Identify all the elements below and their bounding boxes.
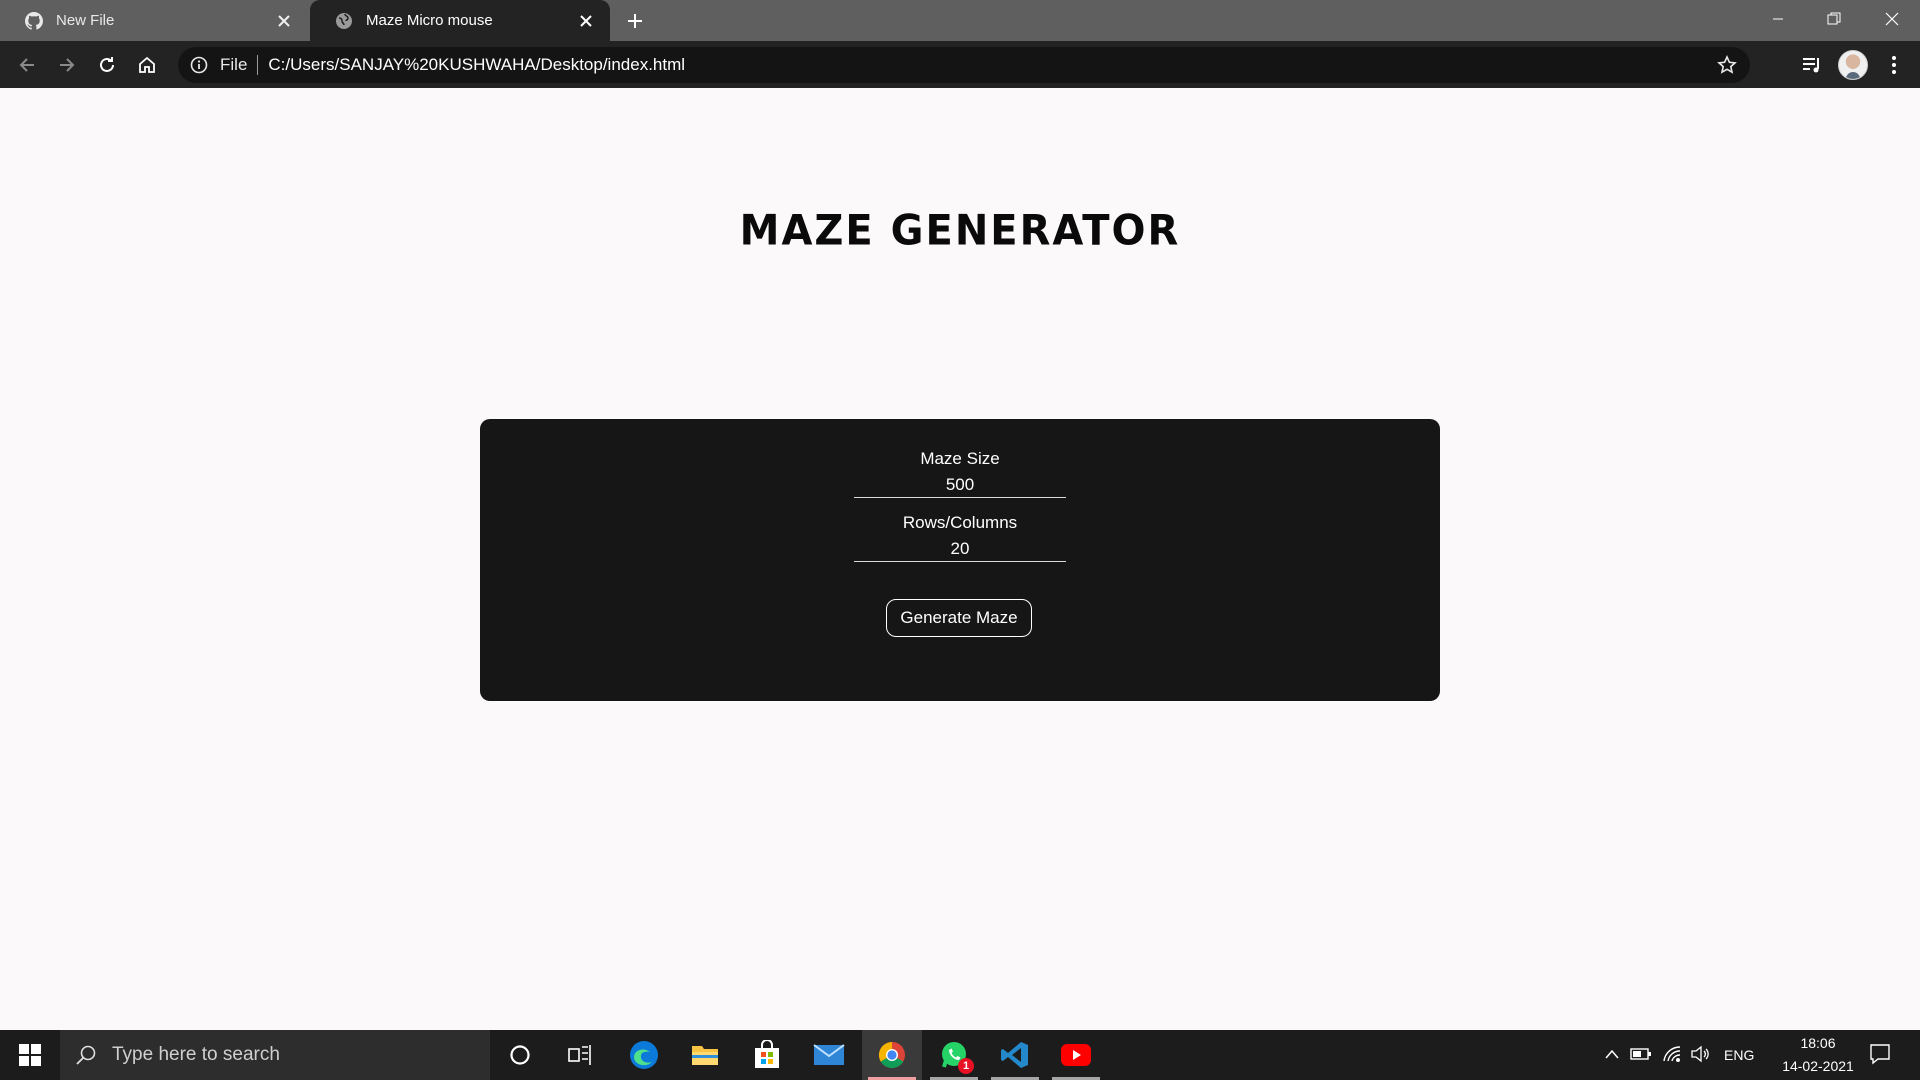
new-tab-button[interactable] <box>622 8 648 34</box>
tab-label: Maze Micro mouse <box>366 12 493 29</box>
restore-button[interactable] <box>1806 0 1862 38</box>
maze-settings-panel: Maze Size Rows/Columns Generate Maze <box>480 419 1440 701</box>
task-view-button[interactable] <box>550 1030 610 1080</box>
page-title: Maze Generator <box>739 206 1181 256</box>
windows-taskbar: Type here to search 1 ENG 18:06 14-02-20… <box>0 1030 1920 1080</box>
chrome-button[interactable] <box>862 1030 922 1080</box>
reload-button[interactable] <box>93 51 121 79</box>
tab-strip: New File Maze Micro mouse <box>0 0 1920 41</box>
profile-button[interactable] <box>1838 50 1868 80</box>
search-icon <box>74 1043 98 1067</box>
cortana-icon <box>510 1045 530 1065</box>
home-button[interactable] <box>133 51 161 79</box>
action-center-button[interactable] <box>1868 1042 1892 1066</box>
minimize-icon <box>1773 18 1783 20</box>
cortana-button[interactable] <box>490 1030 550 1080</box>
bookmark-star-icon[interactable] <box>1716 54 1738 76</box>
media-control-button[interactable] <box>1797 50 1827 80</box>
browser-toolbar: File C:/Users/SANJAY%20KUSHWAHA/Desktop/… <box>0 41 1920 88</box>
store-button[interactable] <box>737 1030 797 1080</box>
volume-button[interactable] <box>1688 1042 1712 1066</box>
avatar <box>1838 50 1868 80</box>
generate-maze-button[interactable]: Generate Maze <box>886 599 1032 637</box>
taskbar-search-placeholder: Type here to search <box>112 1044 280 1065</box>
whatsapp-button[interactable]: 1 <box>924 1030 984 1080</box>
close-icon <box>1885 12 1899 26</box>
tab-maze-micro-mouse[interactable]: Maze Micro mouse <box>310 0 610 41</box>
edge-button[interactable] <box>614 1030 674 1080</box>
youtube-icon <box>1061 1044 1091 1066</box>
windows-logo-icon <box>19 1044 41 1066</box>
maze-size-label: Maze Size <box>920 449 1000 468</box>
globe-icon <box>334 11 354 31</box>
edge-icon <box>630 1041 658 1069</box>
close-window-button[interactable] <box>1864 0 1920 38</box>
forward-button[interactable] <box>53 51 81 79</box>
home-icon <box>139 56 155 73</box>
show-hidden-icons-button[interactable] <box>1600 1042 1624 1066</box>
back-button[interactable] <box>13 51 41 79</box>
rows-columns-input[interactable] <box>854 537 1066 562</box>
vscode-button[interactable] <box>985 1030 1045 1080</box>
notification-badge: 1 <box>958 1058 974 1074</box>
task-view-icon <box>568 1045 591 1065</box>
restore-icon <box>1827 12 1841 25</box>
maze-size-input[interactable] <box>854 473 1066 498</box>
chevron-up-icon <box>1605 1049 1619 1059</box>
vscode-icon <box>1001 1042 1028 1068</box>
github-icon <box>24 11 44 31</box>
youtube-button[interactable] <box>1046 1030 1106 1080</box>
tab-label: New File <box>56 12 115 29</box>
file-explorer-icon <box>692 1046 718 1065</box>
address-scheme-label: File <box>220 55 248 74</box>
chrome-menu-button[interactable] <box>1879 50 1909 80</box>
kebab-menu-icon <box>1892 56 1896 74</box>
wifi-icon <box>1663 1046 1681 1062</box>
playlist-icon <box>1803 58 1819 73</box>
input-language-indicator[interactable]: ENG <box>1724 1047 1754 1063</box>
clock-date[interactable]: 14-02-2021 <box>1770 1058 1866 1074</box>
battery-icon <box>1630 1048 1651 1060</box>
mail-icon <box>813 1044 845 1065</box>
address-separator <box>257 55 259 75</box>
speaker-icon <box>1691 1045 1709 1063</box>
tab-new-file[interactable]: New File <box>0 0 308 41</box>
taskbar-search-box[interactable]: Type here to search <box>60 1030 490 1080</box>
rows-columns-label: Rows/Columns <box>902 513 1018 532</box>
mail-button[interactable] <box>799 1030 859 1080</box>
file-explorer-button[interactable] <box>675 1030 735 1080</box>
forward-arrow-icon <box>60 58 75 72</box>
address-bar[interactable]: File C:/Users/SANJAY%20KUSHWAHA/Desktop/… <box>178 47 1750 83</box>
chrome-icon <box>878 1041 905 1069</box>
network-button[interactable] <box>1660 1042 1684 1066</box>
store-icon <box>755 1040 779 1068</box>
notification-icon <box>1870 1044 1890 1065</box>
info-icon[interactable] <box>188 54 210 76</box>
start-button[interactable] <box>0 1030 60 1080</box>
plus-icon <box>628 14 642 28</box>
address-url[interactable]: C:/Users/SANJAY%20KUSHWAHA/Desktop/index… <box>268 55 685 75</box>
clock-time[interactable]: 18:06 <box>1790 1035 1846 1051</box>
close-icon[interactable] <box>274 11 294 31</box>
minimize-button[interactable] <box>1750 0 1806 38</box>
back-arrow-icon <box>19 58 34 72</box>
close-icon[interactable] <box>576 11 596 31</box>
reload-icon <box>100 57 114 72</box>
battery-button[interactable] <box>1629 1042 1653 1066</box>
